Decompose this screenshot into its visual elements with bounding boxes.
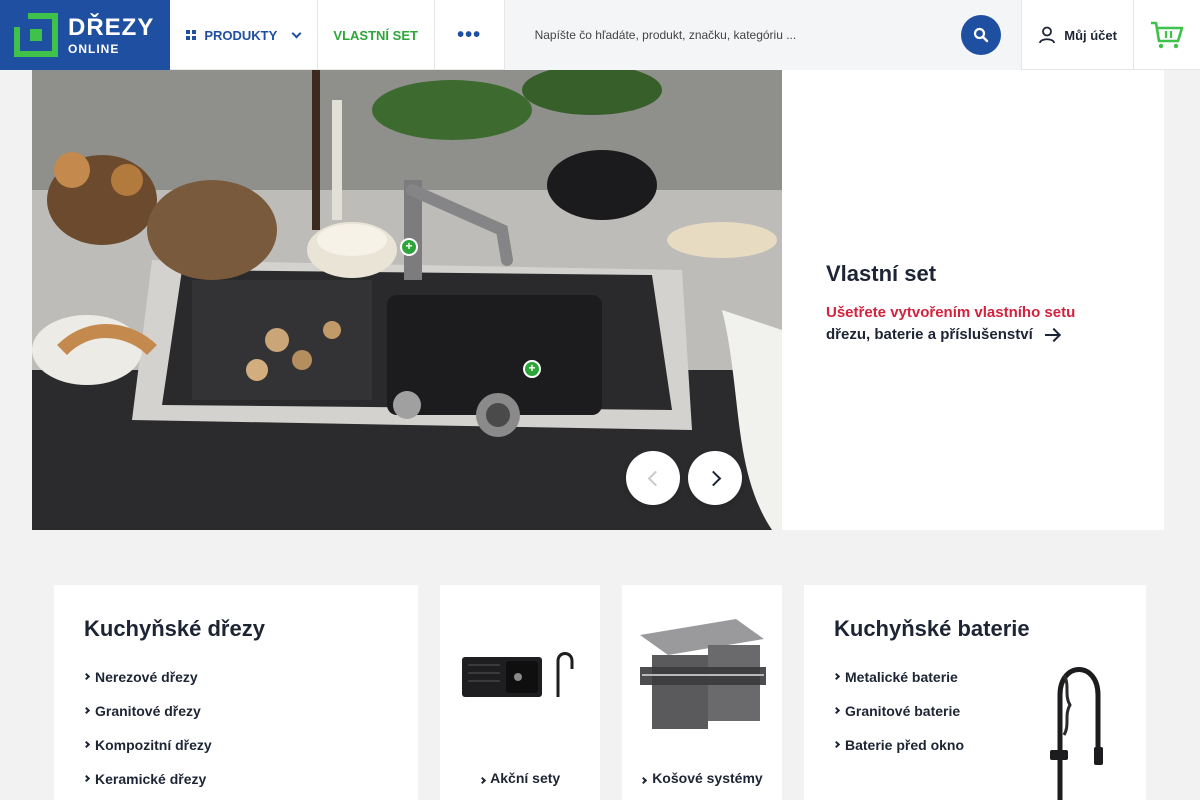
hotspot-sink[interactable]: + <box>523 360 541 378</box>
slider-next-button[interactable] <box>688 451 742 505</box>
taps-item-label: Granitové baterie <box>845 703 961 719</box>
arrow-right-icon <box>1044 333 1059 336</box>
search-input[interactable] <box>534 28 935 42</box>
account-link[interactable]: Můj účet <box>1021 0 1135 70</box>
taps-item[interactable]: Baterie před okno <box>832 737 965 771</box>
search-icon <box>974 27 989 43</box>
taps-list: Metalické baterie Granitové baterie Bate… <box>832 669 965 771</box>
logo[interactable]: DŘEZY ONLINE <box>0 0 170 70</box>
hero-subtitle: dřezu, baterie a příslušenství <box>826 326 1033 343</box>
chevron-right-icon <box>82 740 91 749</box>
grid-icon <box>186 30 197 40</box>
sinks-item[interactable]: Kompozitní dřezy <box>82 737 212 771</box>
chevron-down-icon <box>291 28 302 38</box>
logo-text: DŘEZY ONLINE <box>68 13 155 56</box>
hero-image: + + <box>32 70 782 530</box>
chevron-right-icon <box>82 706 91 715</box>
site-header: DŘEZY ONLINE PRODUKTY VLASTNÍ SET ••• Mů… <box>0 0 1200 70</box>
cart-button[interactable] <box>1134 0 1200 70</box>
sets-link[interactable]: Akční sety <box>440 770 600 786</box>
sinks-item-label: Kompozitní dřezy <box>95 737 212 753</box>
taps-item[interactable]: Metalické baterie <box>832 669 964 703</box>
hotspot-tap[interactable]: + <box>400 238 418 256</box>
chevron-right-icon <box>832 706 841 715</box>
chevron-right-icon <box>478 776 486 785</box>
nav-custom-set-label: VLASTNÍ SET <box>333 27 418 43</box>
category-card-taps: Kuchyňské baterie Metalické baterie Gran… <box>804 585 1146 800</box>
logo-line-1: DŘEZY <box>68 13 155 41</box>
hero-cta[interactable]: dřezu, baterie a příslušenství <box>826 326 1059 343</box>
hero-title: Vlastní set <box>826 261 937 286</box>
baskets-label: Košové systémy <box>652 770 763 786</box>
category-card-sinks: Kuchyňské dřezy Nerezové dřezy Granitové… <box>54 585 418 800</box>
sinks-item-label: Keramické dřezy <box>95 771 207 787</box>
taps-item-label: Baterie před okno <box>845 737 965 753</box>
taps-title[interactable]: Kuchyňské baterie <box>834 616 1030 642</box>
chevron-left-icon <box>647 470 663 486</box>
hero-slider: + + Vlastní set Ušetřete vytvořením vlas… <box>32 70 1164 530</box>
sets-label: Akční sety <box>490 770 561 786</box>
hero-promo[interactable]: Ušetřete vytvořením vlastního setu <box>826 304 1075 321</box>
sink-set-image <box>462 652 574 697</box>
sinks-list: Nerezové dřezy Granitové dřezy Kompozitn… <box>82 669 212 800</box>
cart-icon <box>1151 21 1184 49</box>
category-card-baskets[interactable]: Košové systémy <box>622 585 782 800</box>
more-icon: ••• <box>457 23 482 46</box>
chevron-right-icon <box>832 740 841 749</box>
kitchen-tap-image <box>1050 667 1103 800</box>
chevron-right-icon <box>832 672 841 681</box>
chevron-right-icon <box>82 672 91 681</box>
category-card-sets[interactable]: Akční sety <box>440 585 600 800</box>
sinks-item-label: Nerezové dřezy <box>95 669 198 685</box>
account-label: Můj účet <box>1064 27 1117 43</box>
nav-products-label: PRODUKTY <box>204 27 278 43</box>
search-button[interactable] <box>961 15 1002 55</box>
search-bar <box>504 0 1022 70</box>
waste-basket-image <box>640 619 766 729</box>
more-menu-button[interactable]: ••• <box>435 0 505 70</box>
sinks-item[interactable]: Nerezové dřezy <box>82 669 212 703</box>
hero-text-panel: Vlastní set Ušetřete vytvořením vlastníh… <box>786 70 1164 530</box>
chevron-right-icon <box>82 774 91 783</box>
nav-products[interactable]: PRODUKTY <box>170 0 318 70</box>
taps-item[interactable]: Granitové baterie <box>832 703 964 737</box>
logo-mark-icon <box>14 13 58 57</box>
sinks-item-label: Granitové dřezy <box>95 703 201 719</box>
taps-item-label: Metalické baterie <box>845 669 958 685</box>
chevron-right-icon <box>705 470 721 486</box>
nav-custom-set[interactable]: VLASTNÍ SET <box>318 0 435 70</box>
user-icon <box>1039 26 1056 44</box>
sinks-item[interactable]: Granitové dřezy <box>82 703 212 737</box>
logo-line-2: ONLINE <box>68 41 120 56</box>
chevron-right-icon <box>640 776 648 785</box>
sinks-title[interactable]: Kuchyňské dřezy <box>84 616 265 642</box>
baskets-link[interactable]: Košové systémy <box>622 770 782 786</box>
slider-prev-button[interactable] <box>626 451 680 505</box>
sinks-item[interactable]: Keramické dřezy <box>82 771 212 800</box>
